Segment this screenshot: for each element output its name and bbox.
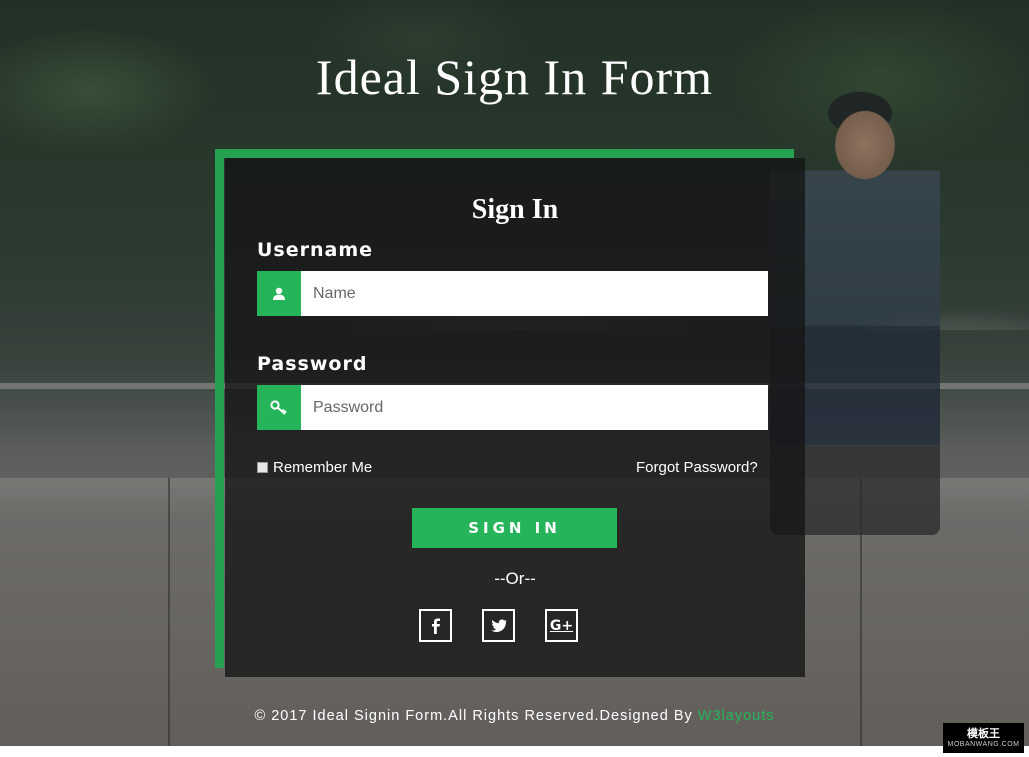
page-title: Ideal Sign In Form	[315, 49, 714, 105]
facebook-icon	[431, 618, 440, 634]
signin-heading: Sign In	[471, 194, 559, 225]
footer-text: © 2017 Ideal Signin Form.All Rights Rese…	[254, 708, 698, 724]
password-label: Password	[257, 353, 368, 375]
password-row	[257, 385, 768, 430]
watermark-logo: 模板王 MOBANWANG.COM	[943, 723, 1024, 753]
google-plus-button[interactable]: G+	[545, 609, 578, 642]
username-input[interactable]	[301, 271, 768, 316]
username-row	[257, 271, 768, 316]
google-plus-icon: G+	[549, 617, 574, 634]
remember-me-label: Remember Me	[273, 459, 373, 476]
remember-me[interactable]: Remember Me	[257, 459, 372, 476]
twitter-icon	[490, 619, 506, 632]
username-label: Username	[257, 239, 374, 261]
signin-button[interactable]: SIGN IN	[412, 508, 617, 548]
signin-panel: Sign In Username Password Remember Me Fo…	[225, 158, 805, 677]
ledge-seam	[168, 478, 170, 746]
footer-link-w3layouts[interactable]: W3layouts	[698, 708, 775, 724]
bottom-strip	[0, 746, 1029, 757]
key-icon	[257, 385, 301, 430]
user-icon	[257, 271, 301, 316]
footer: © 2017 Ideal Signin Form.All Rights Rese…	[0, 708, 1029, 724]
facebook-button[interactable]	[419, 609, 452, 642]
forgot-password-link[interactable]: Forgot Password?	[636, 459, 758, 476]
watermark-main-text: 模板王	[967, 727, 1000, 740]
social-login-row: G+	[419, 609, 578, 642]
watermark-sub-text: MOBANWANG.COM	[947, 740, 1020, 748]
password-input[interactable]	[301, 385, 768, 430]
remember-me-checkbox[interactable]	[257, 462, 268, 473]
or-divider: --Or--	[494, 569, 536, 588]
twitter-button[interactable]	[482, 609, 515, 642]
